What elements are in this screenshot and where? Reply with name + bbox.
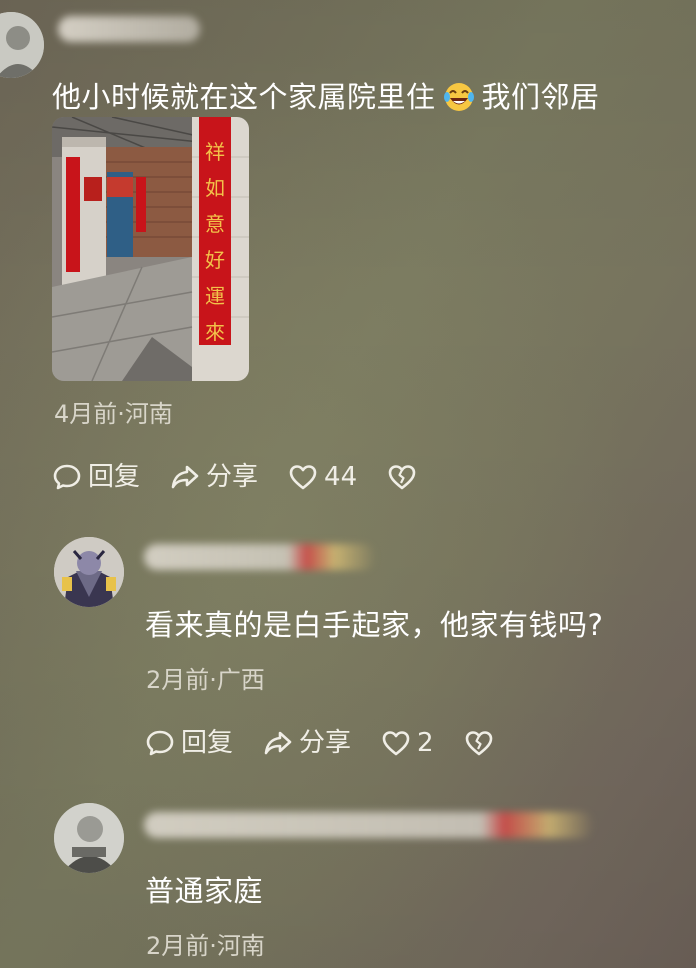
share-button[interactable]: 分享: [170, 462, 258, 492]
like-button[interactable]: 2: [381, 728, 434, 758]
svg-text:祥: 祥: [205, 140, 225, 164]
heart-icon: [382, 731, 410, 756]
username-blurred[interactable]: [58, 16, 200, 42]
avatar[interactable]: [0, 12, 44, 78]
comment-bubble-icon: [146, 730, 174, 756]
svg-text:意: 意: [205, 212, 225, 236]
comment-text: 看来真的是白手起家，他家有钱吗?: [145, 608, 604, 642]
like-count: 44: [324, 462, 358, 492]
broken-heart-icon: [388, 465, 416, 490]
svg-text:來: 來: [205, 320, 225, 344]
like-count: 2: [417, 728, 434, 758]
comment-actions: 回复 分享 2: [145, 725, 530, 761]
comment-meta: 2月前·广西: [146, 666, 265, 694]
heart-icon: [289, 465, 317, 490]
like-button[interactable]: 44: [288, 462, 357, 492]
broken-heart-icon: [465, 731, 492, 756]
comment-actions: 回复 分享 44: [52, 459, 453, 495]
comment-text: 他小时候就在这个家属院里住 我们邻居: [52, 79, 600, 114]
share-button[interactable]: 分享: [263, 728, 351, 758]
reply-button[interactable]: 回复: [52, 462, 140, 492]
comment-text: 普通家庭: [145, 874, 264, 908]
comment-bubble-icon: [53, 464, 81, 490]
svg-text:好: 好: [205, 248, 225, 272]
avatar[interactable]: [54, 537, 124, 607]
comment-photo[interactable]: 祥 如 意 好 運 來: [52, 117, 249, 381]
dislike-button[interactable]: [387, 462, 423, 492]
dislike-button[interactable]: [464, 728, 500, 758]
comment-meta: 4月前·河南: [54, 400, 173, 428]
comment-meta: 2月前·河南: [146, 932, 265, 960]
username-blurred[interactable]: [144, 544, 376, 570]
reply-button[interactable]: 回复: [145, 728, 233, 758]
laughing-crying-emoji-icon: [442, 79, 476, 113]
svg-text:如: 如: [205, 176, 225, 200]
avatar[interactable]: [54, 803, 124, 873]
share-arrow-icon: [171, 465, 199, 489]
username-blurred[interactable]: [144, 812, 594, 838]
svg-text:運: 運: [205, 284, 225, 308]
share-arrow-icon: [264, 731, 292, 755]
